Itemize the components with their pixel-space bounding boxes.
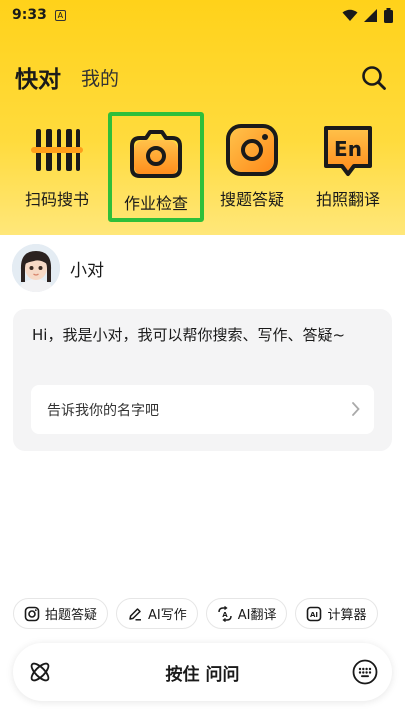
svg-text:A: A [222,611,228,619]
ai-calculator-icon: AI [307,606,322,621]
wifi-icon [342,9,358,21]
voice-input-bar: 按住 问问 [13,643,392,701]
translate-icon: A [218,605,232,622]
tool-label: 搜题答疑 [219,190,284,209]
camera-icon [24,606,40,621]
chip-ai-writing[interactable]: AI写作 [116,598,198,629]
chip-photo-question[interactable]: 拍题答疑 [13,598,109,629]
chip-label: 拍题答疑 [45,608,98,623]
pen-icon [129,607,142,621]
assistant-greeting: Hi，我是小对，我可以帮你搜索、写作、答疑~ [32,326,346,344]
camera-search-icon [226,124,278,176]
camera-icon [130,130,182,178]
tool-label: 拍照翻译 [315,190,380,209]
keyboard-icon[interactable] [352,659,378,685]
tool-barcode-scan[interactable]: 扫码搜书 [9,116,105,216]
tool-label: 扫码搜书 [24,190,89,209]
chip-label: AI写作 [148,608,187,623]
signal-icon [364,8,377,22]
hold-to-talk-button[interactable]: 按住 问问 [13,643,392,701]
search-icon[interactable] [361,65,387,91]
chat-bubble: Hi，我是小对，我可以帮你搜索、写作、答疑~ 告诉我你的名字吧 [13,309,392,451]
status-time: 9:33 [12,7,47,23]
chip-label: AI翻译 [237,608,277,623]
assistant-header: 小对 [12,242,104,294]
avatar[interactable] [12,244,60,292]
barcode-scan-icon [31,129,83,171]
suggestion-label: 告诉我你的名字吧 [47,402,159,419]
notification-a-icon: A [54,9,66,21]
svg-text:AI: AI [310,611,318,619]
tool-photo-translate[interactable]: En 拍照翻译 [300,116,396,216]
tool-label: 作业检查 [123,194,188,213]
tool-homework-check[interactable]: 作业检查 [108,112,204,222]
app-header: 快对 我的 [0,55,405,99]
chip-label: 计算器 [327,608,367,623]
tool-camera-search[interactable]: 搜题答疑 [204,116,300,216]
battery-icon [384,7,393,23]
chevron-right-icon [352,402,360,416]
status-bar: 9:33 A [0,0,405,30]
chip-calculator[interactable]: AI 计算器 [295,598,378,629]
svg-text:En: En [334,137,362,161]
assistant-name: 小对 [70,260,104,281]
chip-ai-translate[interactable]: A AI翻译 [205,598,288,629]
quick-action-bar: 拍题答疑 AI写作 A AI翻译 AI 计算器 [13,598,405,630]
tool-grid: 扫码搜书 作业检查 搜题答疑 En 拍照翻译 [0,112,405,222]
suggestion-button[interactable]: 告诉我你的名字吧 [31,385,374,434]
en-translate-icon: En [324,126,372,176]
page-title[interactable]: 快对 [15,60,61,94]
assistant-avatar-icon [12,244,60,292]
tab-mine[interactable]: 我的 [81,64,119,91]
